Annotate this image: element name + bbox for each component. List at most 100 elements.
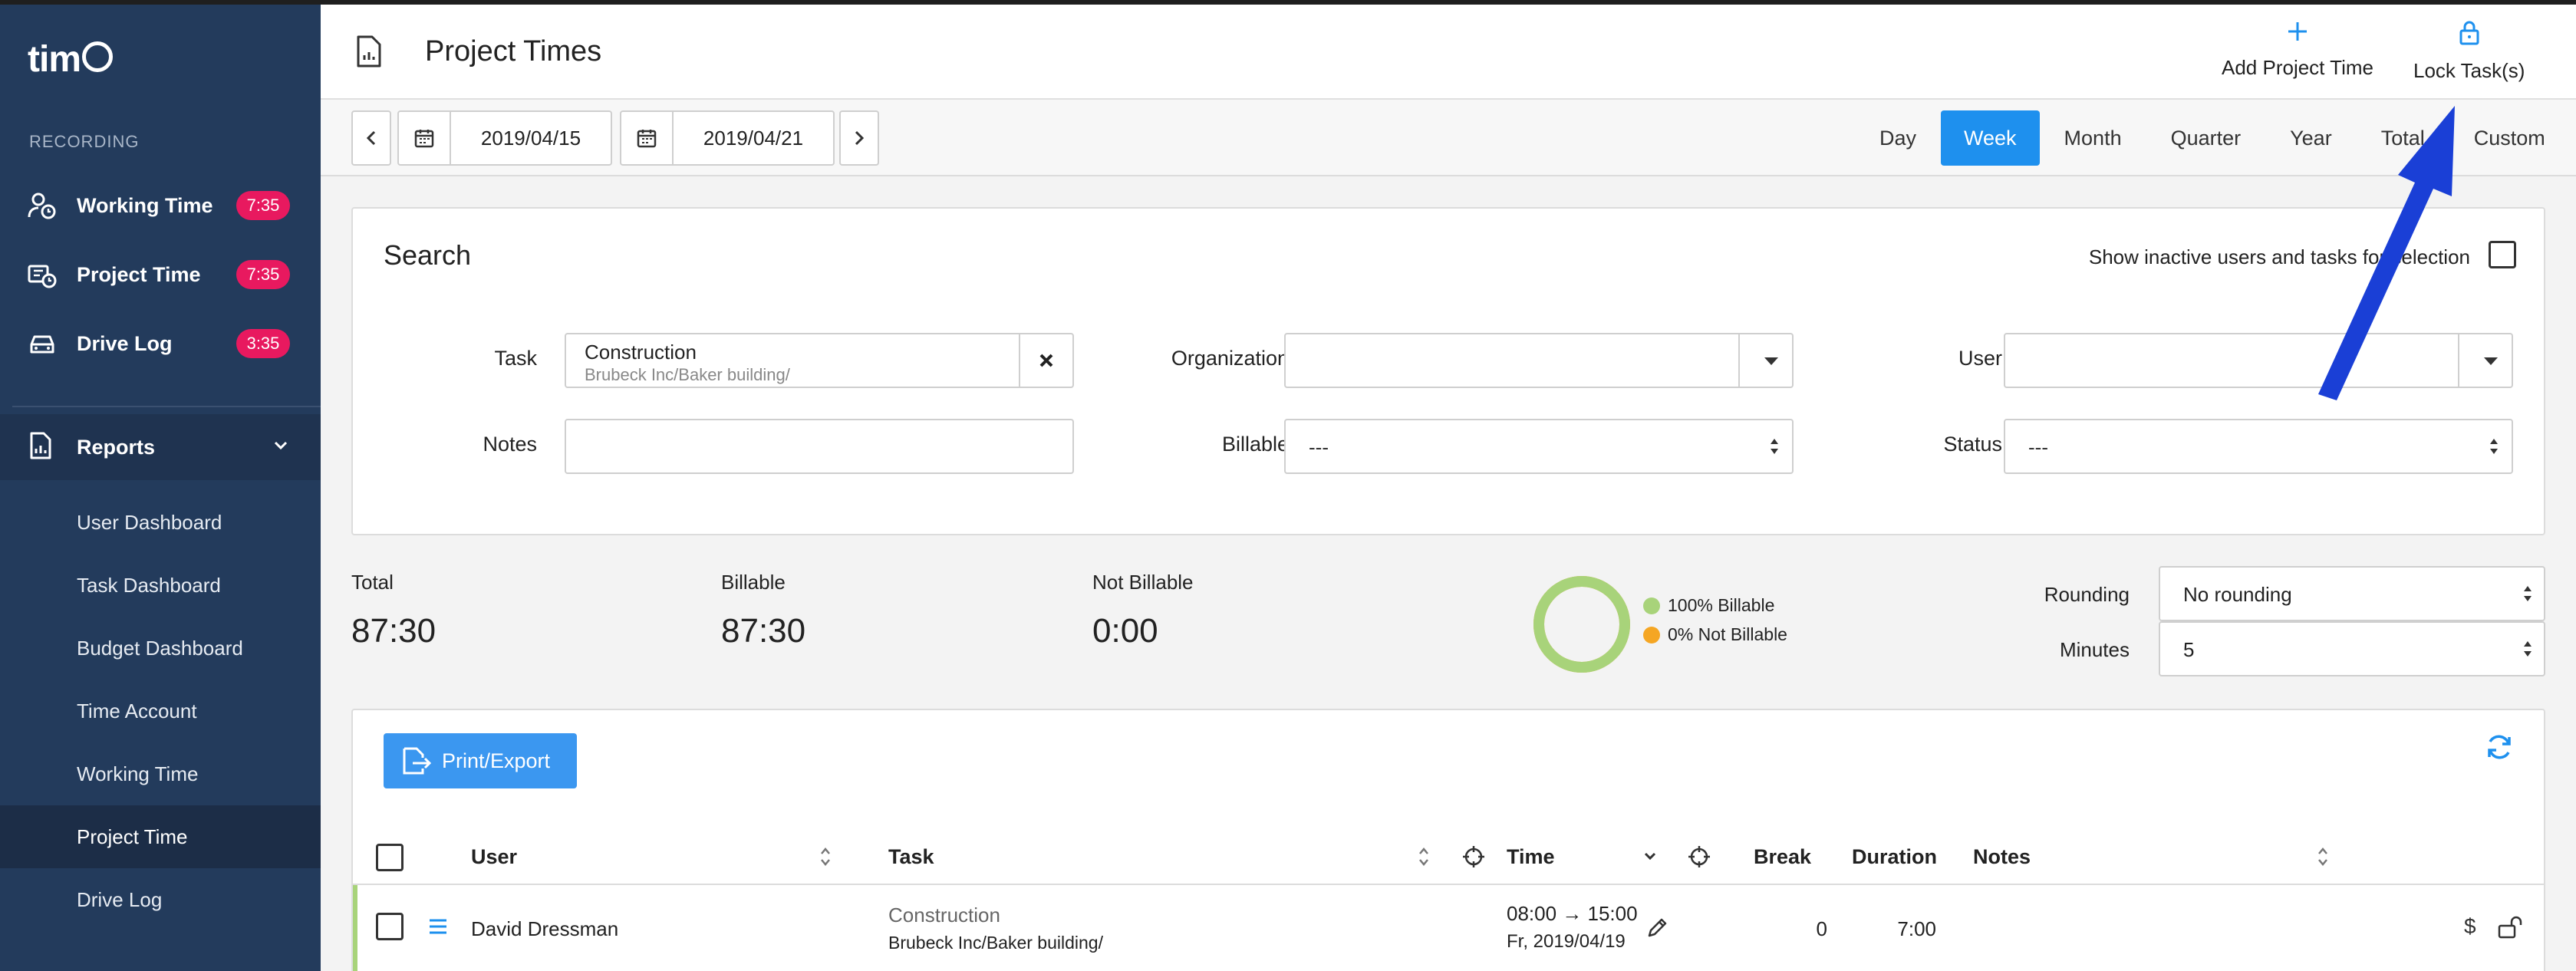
organization-select[interactable]: [1284, 333, 1794, 388]
sidebar-item-label: Working Time: [77, 762, 199, 785]
period-selector: Day Week Month Quarter Year Total Custom: [1855, 110, 2570, 166]
chevron-down-icon[interactable]: [1643, 851, 1657, 866]
user-select[interactable]: [2004, 333, 2513, 388]
task-field-path: Brubeck Inc/Baker building/: [585, 365, 790, 384]
period-total[interactable]: Total: [2357, 110, 2449, 166]
row-break: 0: [1816, 917, 1827, 940]
results-table-panel: Print/Export User Task Time Break Durati…: [351, 709, 2545, 971]
sidebar-item-task-dashboard[interactable]: Task Dashboard: [0, 554, 321, 617]
sidebar-item-project-time[interactable]: Project Time 7:35: [0, 244, 321, 305]
print-export-label: Print/Export: [442, 749, 551, 772]
donut-billable-arc: [1533, 576, 1630, 673]
page-title: Project Times: [425, 35, 602, 67]
sort-notes-icon[interactable]: [2317, 845, 2329, 872]
drag-handle-icon[interactable]: [428, 917, 448, 940]
lock-tasks-button[interactable]: Lock Task(s): [2413, 20, 2525, 89]
calendar-icon: [637, 130, 657, 148]
date-to-calendar-button[interactable]: [620, 110, 674, 166]
rounding-select[interactable]: No rounding: [2159, 566, 2545, 621]
column-header-notes[interactable]: Notes: [1973, 845, 2031, 869]
row-checkbox[interactable]: [376, 913, 404, 940]
legend-not-billable-label: 0% Not Billable: [1668, 624, 1787, 644]
date-from-calendar-button[interactable]: [397, 110, 451, 166]
status-label: Status: [1943, 433, 2002, 456]
sidebar-item-project-time-report[interactable]: Project Time: [0, 805, 321, 868]
column-header-user[interactable]: User: [471, 845, 517, 869]
task-field[interactable]: Construction Brubeck Inc/Baker building/: [565, 333, 1074, 388]
sidebar-divider: [12, 406, 321, 407]
chevron-left-icon: [366, 130, 376, 146]
select-all-checkbox[interactable]: [376, 844, 404, 871]
billable-select[interactable]: ---: [1284, 419, 1794, 474]
table-row[interactable]: David Dressman Construction Brubeck Inc/…: [353, 885, 2544, 971]
period-year[interactable]: Year: [2265, 110, 2357, 166]
legend-billable: 100% Billable: [1643, 595, 1774, 616]
add-project-time-button[interactable]: Add Project Time: [2222, 20, 2373, 89]
sidebar-item-label: Working Time: [77, 193, 213, 217]
status-select[interactable]: ---: [2004, 419, 2513, 474]
chevron-down-icon: [273, 440, 288, 455]
sidebar-item-label: User Dashboard: [77, 510, 222, 534]
chevron-right-icon: [855, 130, 865, 146]
notes-input[interactable]: [565, 419, 1074, 474]
caret-down-icon: [1764, 357, 1778, 365]
crosshair-icon[interactable]: [1462, 845, 1485, 872]
date-toolbar: 2019/04/15 2019/04/21 Day Week Month Qua…: [321, 100, 2576, 176]
export-icon: [402, 747, 431, 775]
organization-label: Organization: [1171, 347, 1289, 370]
project-clock-icon: [28, 260, 57, 289]
not-billable-total-label: Not Billable: [1092, 571, 1194, 594]
date-from-input[interactable]: 2019/04/15: [451, 110, 612, 166]
lock-tasks-label: Lock Task(s): [2413, 59, 2525, 82]
sidebar-item-label: Task Dashboard: [77, 573, 221, 597]
recording-section-label: RECORDING: [29, 132, 140, 151]
dollar-icon[interactable]: $: [2464, 914, 2476, 939]
column-header-time[interactable]: Time: [1507, 845, 1555, 869]
sidebar-item-label: Reports: [77, 435, 156, 459]
field-separator: [1738, 334, 1740, 387]
sort-arrows-icon: [2522, 583, 2533, 608]
field-separator: [1019, 334, 1020, 387]
minutes-select[interactable]: 5: [2159, 621, 2545, 676]
sidebar-item-user-dashboard[interactable]: User Dashboard: [0, 491, 321, 554]
crosshair-icon[interactable]: [1688, 845, 1711, 872]
row-user: David Dressman: [471, 917, 619, 940]
date-to-input[interactable]: 2019/04/21: [674, 110, 835, 166]
sidebar-item-drive-log[interactable]: Drive Log 3:35: [0, 313, 321, 374]
sidebar-item-time-account[interactable]: Time Account: [0, 680, 321, 742]
unlock-icon[interactable]: [2498, 916, 2525, 943]
show-inactive-checkbox[interactable]: [2489, 241, 2516, 268]
pencil-icon[interactable]: [1646, 916, 1669, 943]
period-day[interactable]: Day: [1855, 110, 1941, 166]
sort-arrows-icon: [2489, 436, 2499, 461]
refresh-icon[interactable]: [2485, 733, 2513, 765]
row-time-range: 08:00 → 15:00: [1507, 902, 1638, 925]
sidebar-item-reports[interactable]: Reports: [0, 414, 321, 480]
billable-dot: [1643, 597, 1660, 614]
sidebar: tim RECORDING Working Time 7:35 Project …: [0, 5, 321, 971]
user-label: User: [1958, 347, 2002, 370]
sidebar-item-drive-log-report[interactable]: Drive Log: [0, 868, 321, 931]
project-time-badge: 7:35: [236, 260, 290, 289]
column-header-task[interactable]: Task: [888, 845, 934, 869]
row-date: Fr, 2019/04/19: [1507, 931, 1626, 952]
sidebar-item-working-time[interactable]: Working Time 7:35: [0, 175, 321, 236]
period-week[interactable]: Week: [1941, 110, 2040, 166]
logo-text: tim: [28, 39, 81, 80]
sidebar-item-budget-dashboard[interactable]: Budget Dashboard: [0, 617, 321, 680]
period-month[interactable]: Month: [2040, 110, 2146, 166]
sidebar-item-working-time-report[interactable]: Working Time: [0, 742, 321, 805]
print-export-button[interactable]: Print/Export: [384, 733, 577, 788]
sort-task-icon[interactable]: [1418, 845, 1430, 872]
row-task: Construction: [888, 904, 1000, 927]
rounding-value: No rounding: [2183, 583, 2292, 606]
clear-task-icon[interactable]: [1036, 350, 1057, 375]
period-quarter[interactable]: Quarter: [2146, 110, 2266, 166]
next-period-button[interactable]: [839, 110, 879, 166]
previous-period-button[interactable]: [351, 110, 391, 166]
sort-user-icon[interactable]: [819, 845, 832, 872]
period-custom[interactable]: Custom: [2449, 110, 2570, 166]
rounding-label: Rounding: [2044, 583, 2130, 606]
show-inactive-label: Show inactive users and tasks for select…: [2088, 245, 2470, 268]
app-logo[interactable]: tim: [28, 38, 113, 81]
